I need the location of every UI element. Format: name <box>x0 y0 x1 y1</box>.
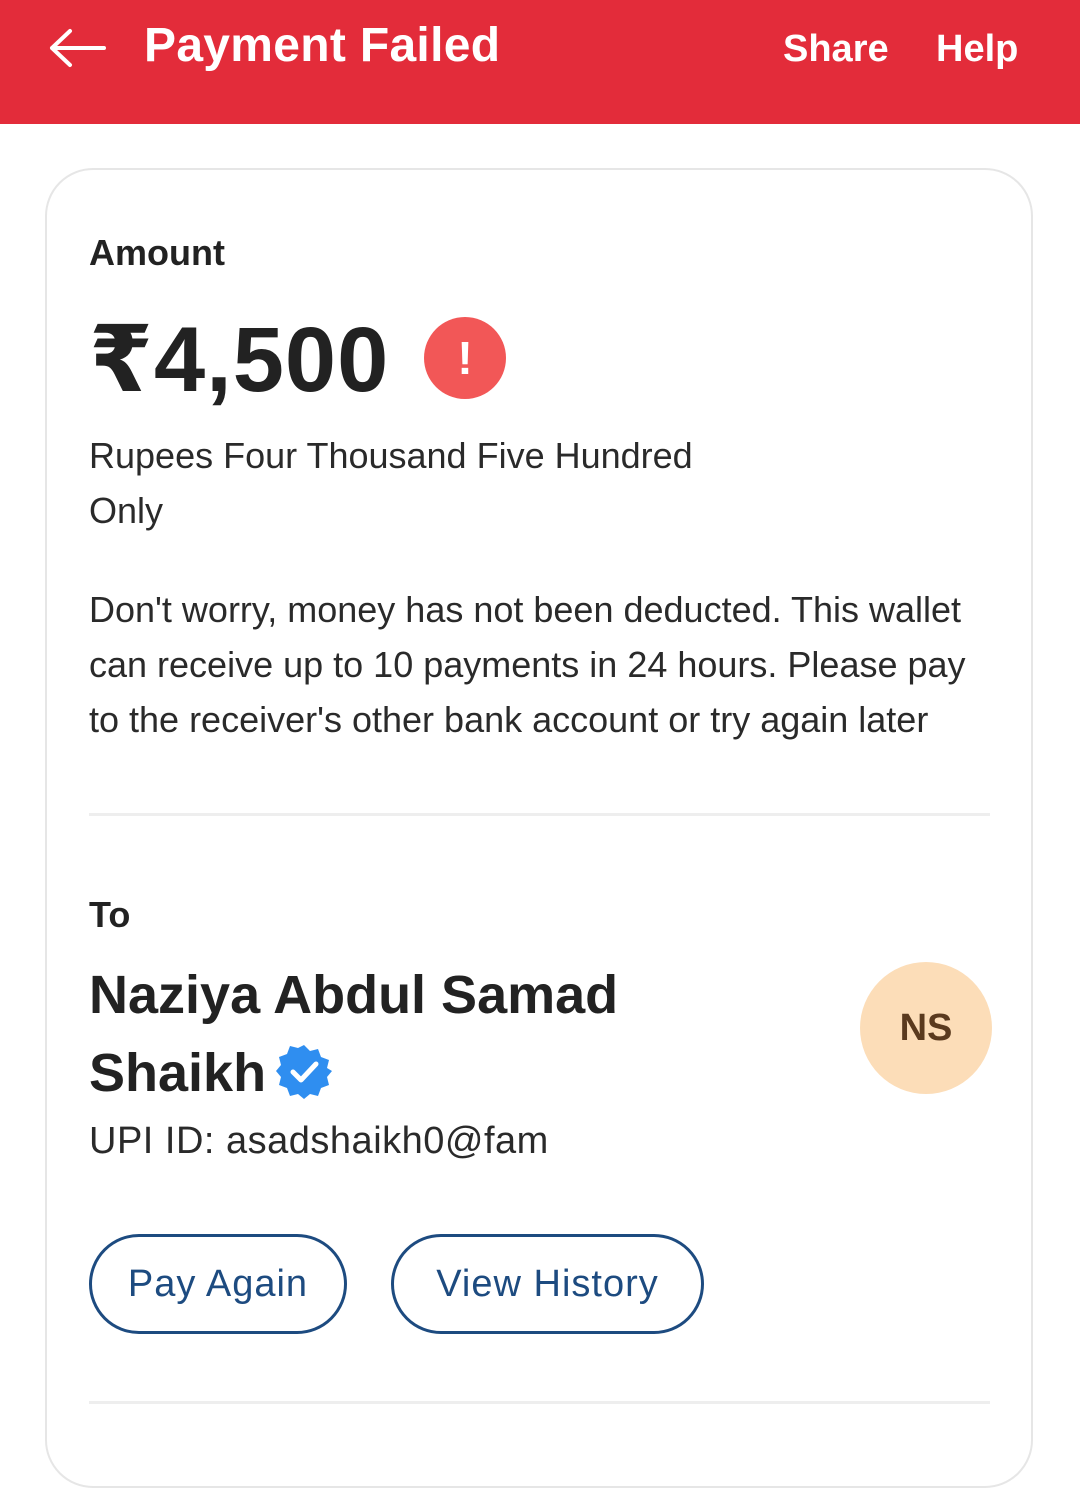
recipient-name: Naziya Abdul Samad Shaikh <box>89 965 619 1103</box>
divider <box>89 1401 990 1404</box>
pay-again-button[interactable]: Pay Again <box>89 1234 347 1334</box>
amount-value: ₹4,500 <box>89 309 390 411</box>
avatar: NS <box>860 962 992 1094</box>
divider <box>89 813 990 816</box>
verified-badge-icon <box>276 1045 333 1099</box>
amount-label: Amount <box>89 232 225 273</box>
upi-id: UPI ID: asadshaikh0@fam <box>89 1120 549 1162</box>
share-button[interactable]: Share <box>783 28 889 71</box>
help-button[interactable]: Help <box>936 28 1018 71</box>
header-bar: Payment Failed Share Help <box>0 0 1080 124</box>
view-history-button[interactable]: View History <box>391 1234 704 1334</box>
page-title: Payment Failed <box>144 19 501 72</box>
to-label: To <box>89 894 131 935</box>
exclamation-icon: ! <box>424 317 506 399</box>
back-arrow-icon[interactable] <box>48 28 106 68</box>
failure-message: Don't worry, money has not been deducted… <box>89 589 966 740</box>
amount-in-words: Rupees Four Thousand Five Hundred Only <box>89 435 693 531</box>
